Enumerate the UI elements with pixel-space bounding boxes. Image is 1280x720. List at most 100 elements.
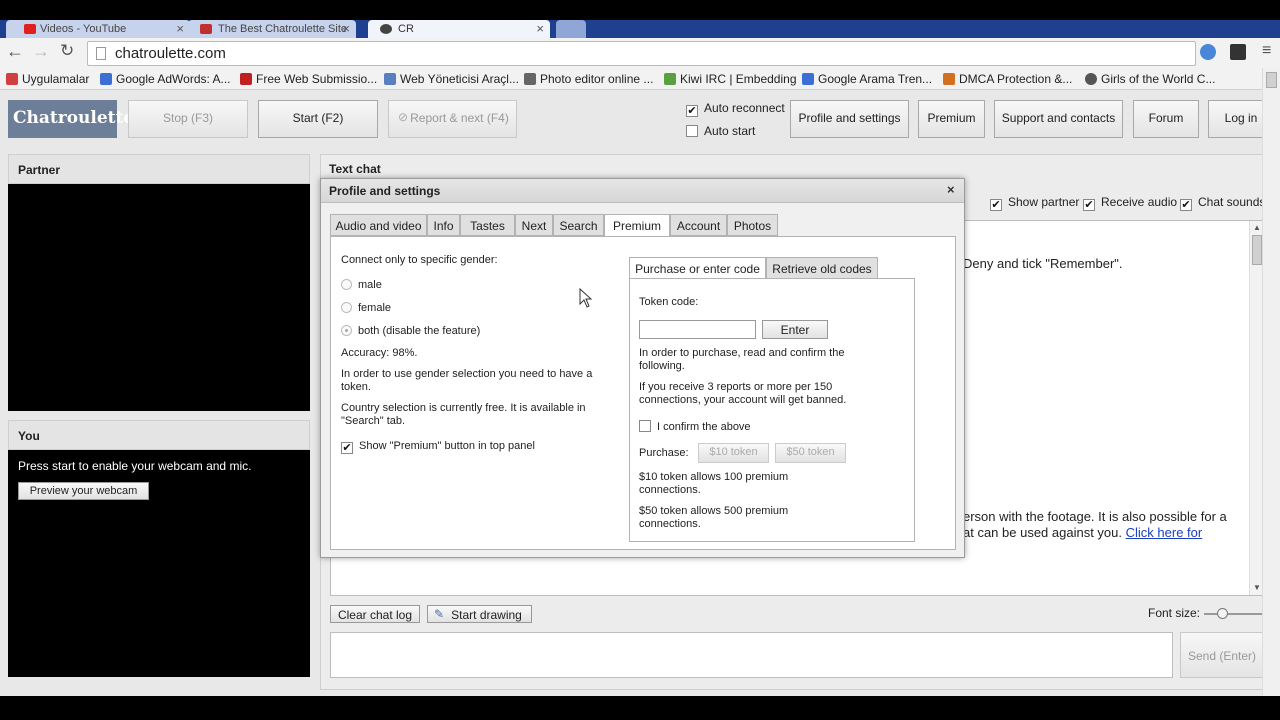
report-next-label: Report & next (F4) bbox=[410, 111, 509, 125]
radio-button[interactable] bbox=[341, 325, 352, 336]
address-bar[interactable]: chatroulette.com bbox=[87, 41, 1196, 66]
start-drawing-button[interactable]: ✎ Start drawing bbox=[427, 605, 532, 623]
bookmark-label: Google AdWords: A... bbox=[116, 72, 231, 86]
radio-label: female bbox=[358, 302, 392, 314]
site-icon bbox=[240, 73, 252, 85]
nav-support-button[interactable]: Support and contacts bbox=[994, 100, 1123, 138]
chat-help-link[interactable]: Click here for bbox=[1126, 525, 1203, 540]
checkbox-checked[interactable]: ✔ bbox=[990, 199, 1002, 211]
tab-premium[interactable]: Premium bbox=[604, 214, 670, 237]
scroll-thumb[interactable] bbox=[1252, 235, 1262, 265]
back-icon[interactable]: ← bbox=[6, 41, 24, 62]
checkbox-checked[interactable]: ✔ bbox=[341, 442, 353, 454]
tab-photos[interactable]: Photos bbox=[727, 214, 778, 236]
close-icon[interactable]: × bbox=[947, 182, 955, 197]
browser-tab-chatroulette-site[interactable]: The Best Chatroulette Site × bbox=[188, 20, 356, 38]
subtab-purchase[interactable]: Purchase or enter code bbox=[629, 257, 766, 279]
checkbox-checked[interactable]: ✔ bbox=[1180, 199, 1192, 211]
browser-tab-youtube[interactable]: Videos - YouTube × bbox=[6, 20, 190, 38]
token10-button[interactable]: $10 token bbox=[698, 443, 769, 463]
browser-tab-cr[interactable]: CR × bbox=[368, 20, 550, 38]
nav-forum-button[interactable]: Forum bbox=[1133, 100, 1199, 138]
gender-option-female[interactable]: female bbox=[341, 302, 391, 315]
gender-option-male[interactable]: male bbox=[341, 279, 382, 292]
you-instruction-text: Press start to enable your webcam and mi… bbox=[18, 459, 252, 473]
show-partner-label: Show partner bbox=[1008, 195, 1080, 209]
page-scrollbar[interactable] bbox=[1262, 68, 1280, 696]
tab-audio-video[interactable]: Audio and video bbox=[330, 214, 427, 236]
close-icon[interactable]: × bbox=[176, 21, 184, 36]
premium-tab-panel: Connect only to specific gender: male fe… bbox=[330, 236, 956, 550]
gender-option-both[interactable]: both (disable the feature) bbox=[341, 325, 480, 338]
auto-reconnect-checkbox[interactable]: ✔ Auto reconnect bbox=[686, 101, 785, 117]
bookmark-item[interactable]: Google Arama Tren... bbox=[802, 72, 932, 86]
bookmark-label: Girls of the World C... bbox=[1101, 72, 1216, 86]
extension-icon[interactable] bbox=[1230, 44, 1246, 60]
bookmark-label: Uygulamalar bbox=[22, 72, 90, 86]
nav-profile-settings-button[interactable]: Profile and settings bbox=[790, 100, 909, 138]
token10-note: $10 token allows 100 premium connections… bbox=[639, 471, 789, 496]
bookmark-item[interactable]: Kiwi IRC | Embedding bbox=[664, 72, 797, 86]
gender-heading: Connect only to specific gender: bbox=[341, 254, 498, 266]
bookmark-item[interactable]: Uygulamalar bbox=[6, 72, 89, 86]
new-tab-button[interactable] bbox=[556, 20, 586, 38]
chat-text-line: erson with the footage. It is also possi… bbox=[963, 509, 1227, 524]
bookmark-item[interactable]: Photo editor online ... bbox=[524, 72, 653, 86]
tab-account[interactable]: Account bbox=[670, 214, 727, 236]
token-code-input[interactable] bbox=[639, 320, 756, 339]
confirm-checkbox[interactable]: I confirm the above bbox=[639, 420, 751, 434]
radio-button[interactable] bbox=[341, 302, 352, 313]
close-icon[interactable]: × bbox=[536, 21, 544, 36]
bookmark-label: Web Yöneticisi Araçl... bbox=[400, 72, 519, 86]
scroll-down-icon[interactable]: ▼ bbox=[1253, 583, 1261, 592]
scroll-up-icon[interactable]: ▲ bbox=[1253, 223, 1261, 232]
subtab-retrieve[interactable]: Retrieve old codes bbox=[766, 257, 878, 279]
dmca-icon bbox=[943, 73, 955, 85]
preview-webcam-button[interactable]: Preview your webcam bbox=[18, 482, 149, 500]
radio-button[interactable] bbox=[341, 279, 352, 290]
tab-tastes[interactable]: Tastes bbox=[460, 214, 515, 236]
report-next-button[interactable]: ⊘ Report & next (F4) bbox=[388, 100, 517, 138]
font-size-slider-thumb[interactable] bbox=[1217, 608, 1228, 619]
enter-button[interactable]: Enter bbox=[762, 320, 828, 339]
bookmark-item[interactable]: Girls of the World C... bbox=[1085, 72, 1215, 86]
font-size-slider[interactable] bbox=[1204, 608, 1264, 619]
close-icon[interactable]: × bbox=[342, 21, 350, 36]
tab-search[interactable]: Search bbox=[553, 214, 604, 236]
logo[interactable]: Chatroulette bbox=[8, 100, 134, 138]
chat-sounds-label: Chat sounds bbox=[1198, 195, 1266, 209]
page-scroll-thumb[interactable] bbox=[1266, 72, 1277, 88]
receive-audio-checkbox[interactable]: ✔ Receive audio bbox=[1083, 195, 1177, 211]
nav-premium-button[interactable]: Premium bbox=[918, 100, 985, 138]
bookmark-item[interactable]: Free Web Submissio... bbox=[240, 72, 377, 86]
stop-button[interactable]: Stop (F3) bbox=[128, 100, 248, 138]
globe-icon bbox=[1085, 73, 1097, 85]
checkbox-unchecked[interactable] bbox=[686, 125, 698, 137]
tab-info[interactable]: Info bbox=[427, 214, 460, 236]
start-button[interactable]: Start (F2) bbox=[258, 100, 378, 138]
chat-input[interactable] bbox=[330, 632, 1173, 678]
clear-chat-button[interactable]: Clear chat log bbox=[330, 605, 420, 623]
token50-button[interactable]: $50 token bbox=[775, 443, 846, 463]
bookmark-item[interactable]: Google AdWords: A... bbox=[100, 72, 231, 86]
auto-start-checkbox[interactable]: Auto start bbox=[686, 124, 755, 138]
tab-next[interactable]: Next bbox=[515, 214, 553, 236]
reload-icon[interactable]: ↻ bbox=[60, 41, 74, 61]
send-button[interactable]: Send (Enter) bbox=[1180, 632, 1264, 678]
bookmark-item[interactable]: DMCA Protection &... bbox=[943, 72, 1072, 86]
show-premium-checkbox[interactable]: ✔ Show "Premium" button in top panel bbox=[341, 440, 535, 454]
modal-tabs: Audio and video Info Tastes Next Search … bbox=[330, 214, 956, 550]
checkbox-checked[interactable]: ✔ bbox=[1083, 199, 1095, 211]
reports-note: If you receive 3 reports or more per 150… bbox=[639, 381, 847, 406]
profile-icon[interactable] bbox=[1200, 44, 1216, 60]
profile-settings-modal: Profile and settings × Audio and video I… bbox=[320, 178, 965, 558]
menu-icon[interactable]: ≡ bbox=[1262, 42, 1271, 60]
bookmark-item[interactable]: Web Yöneticisi Araçl... bbox=[384, 72, 519, 86]
checkbox-unchecked[interactable] bbox=[639, 420, 651, 432]
bookmark-label: Kiwi IRC | Embedding bbox=[680, 72, 797, 86]
auto-reconnect-label: Auto reconnect bbox=[704, 101, 785, 115]
chat-sounds-checkbox[interactable]: ✔ Chat sounds bbox=[1180, 195, 1265, 211]
show-partner-checkbox[interactable]: ✔ Show partner bbox=[990, 195, 1079, 211]
checkbox-checked[interactable]: ✔ bbox=[686, 105, 698, 117]
forward-icon[interactable]: → bbox=[32, 41, 50, 62]
